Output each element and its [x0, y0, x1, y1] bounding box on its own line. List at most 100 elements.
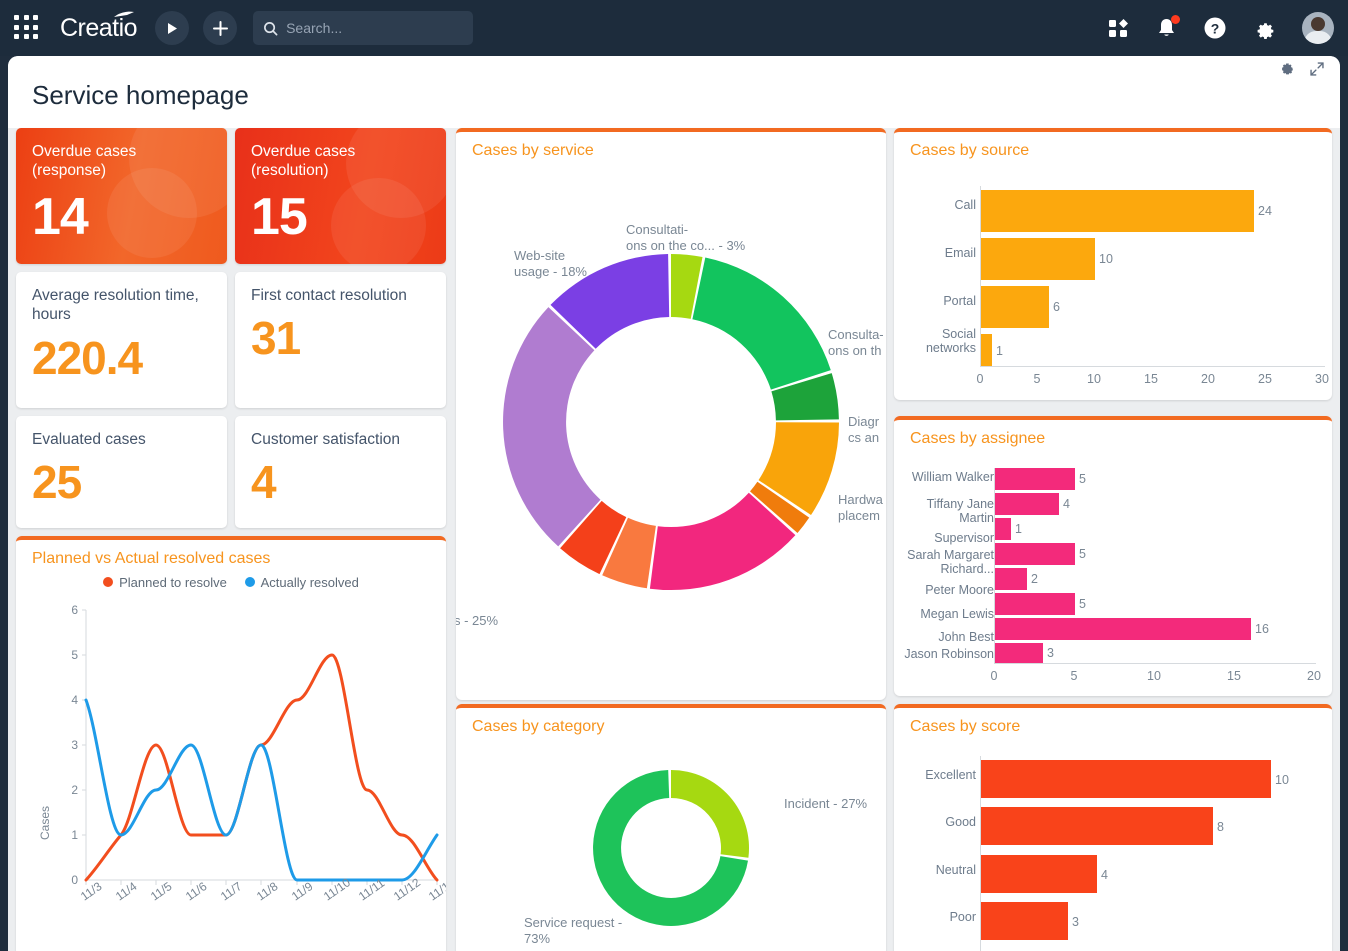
x-axis-line [980, 366, 1325, 367]
x-tick: 10 [1087, 372, 1101, 386]
svg-text:5: 5 [71, 648, 78, 662]
legend-label: Planned to resolve [119, 574, 227, 590]
bar-rect[interactable] [995, 543, 1075, 565]
nav-right-icons: ? [1108, 12, 1348, 44]
help-icon[interactable]: ? [1203, 16, 1227, 40]
bar-rect[interactable] [981, 760, 1271, 798]
bar-category-label: Neutral [935, 863, 976, 877]
page-settings-gear-icon[interactable] [1281, 63, 1294, 76]
bar-rect[interactable] [995, 568, 1027, 590]
card-cases-by-score[interactable]: Cases by score Excellent Good Neutral Po… [894, 704, 1332, 951]
kpi-tile-overdue-response[interactable]: Overdue cases (response) 14 [16, 128, 227, 264]
line-chart-plot: 6 5 4 3 2 1 0 [71, 603, 439, 887]
card-planned-vs-actual[interactable]: Planned vs Actual resolved cases Planned… [16, 536, 446, 951]
bar-rect[interactable] [981, 190, 1254, 232]
bar-value: 1 [996, 344, 1003, 358]
donut-label-consultations-th: Consulta- ons on th [828, 327, 886, 360]
donut-slice[interactable] [692, 257, 831, 390]
donut-cases-by-service [503, 254, 839, 591]
creatio-logo[interactable]: Creatio [60, 11, 138, 43]
kpi-tile-evaluated-cases[interactable]: Evaluated cases 25 [16, 416, 227, 528]
bar-category-label: Jason Robinson [904, 647, 994, 661]
donut-slice-incident[interactable] [671, 770, 750, 858]
svg-text:0: 0 [71, 873, 78, 887]
kpi-tile-first-contact-resolution[interactable]: First contact resolution 31 [235, 272, 446, 408]
bar-category-label: Email [944, 246, 976, 260]
top-navigation-bar: Creatio Search... ? [0, 0, 1348, 56]
logo-swoosh-icon [114, 11, 135, 17]
donut-label-hardware-replacement: Hardwa placem [838, 492, 886, 525]
bar-category-label: Tiffany Jane Martin [926, 497, 994, 526]
card-cases-by-assignee[interactable]: Cases by assignee William Walker Tiffany… [894, 416, 1332, 696]
bar-rect[interactable] [995, 593, 1075, 615]
card-title: Planned vs Actual resolved cases [32, 550, 271, 567]
bar-rect[interactable] [981, 855, 1097, 893]
bar-rect[interactable] [995, 493, 1059, 515]
x-tick: 20 [1307, 669, 1321, 683]
x-tick: 30 [1315, 372, 1329, 386]
plus-icon [212, 20, 228, 36]
bar-rect[interactable] [981, 902, 1068, 940]
bar-category-label: Poor [949, 910, 976, 924]
bar-rect[interactable] [981, 807, 1213, 845]
kpi-caption: First contact resolution [251, 287, 407, 304]
kpi-tile-overdue-resolution[interactable]: Overdue cases (resolution) 15 [235, 128, 446, 264]
page-container: Service homepage Overdue cases (response… [8, 56, 1340, 951]
user-avatar[interactable] [1302, 12, 1334, 44]
svg-text:?: ? [1211, 21, 1220, 37]
bar-rect[interactable] [995, 618, 1251, 640]
bar-category-label: Supervisor [934, 531, 994, 545]
avatar-head [1311, 17, 1325, 31]
bar-rect[interactable] [995, 643, 1043, 663]
play-icon [168, 22, 178, 34]
kpi-tile-avg-resolution-time[interactable]: Average resolution time, hours 220.4 [16, 272, 227, 408]
bar-category-label: Call [954, 198, 976, 212]
donut-label-incident: Incident - 27% [784, 796, 868, 811]
play-button[interactable] [155, 11, 190, 45]
bar-category-label: John Best [938, 630, 994, 644]
svg-text:3: 3 [71, 738, 78, 752]
bar-rect[interactable] [981, 238, 1095, 280]
dashboard-board: Overdue cases (response) 14 Overdue case… [8, 128, 1340, 951]
widgets-icon[interactable] [1108, 18, 1130, 38]
bar-value: 5 [1079, 472, 1086, 486]
legend-planned[interactable]: Planned to resolve [103, 575, 227, 590]
expand-icon[interactable] [1310, 62, 1324, 76]
card-title: Cases by source [910, 142, 1030, 159]
x-tick: 0 [990, 669, 998, 683]
label-text: Service request - 73% [524, 915, 623, 947]
kpi-tile-customer-satisfaction[interactable]: Customer satisfaction 4 [235, 416, 446, 528]
legend-dot-icon [103, 577, 114, 587]
card-cases-by-service[interactable]: Cases by service Consultati- ons on the … [456, 128, 886, 700]
tile-decor-bubble [107, 168, 197, 258]
donut-label-service-request: Service request - 73% [524, 915, 634, 948]
label-text: Web-site usage - 18% [514, 248, 587, 280]
bar-value: 2 [1031, 572, 1038, 586]
legend-actual[interactable]: Actually resolved [244, 575, 359, 590]
bar-rect[interactable] [995, 468, 1075, 490]
settings-gear-icon[interactable] [1253, 17, 1276, 40]
notifications-bell-icon[interactable] [1156, 15, 1180, 39]
card-cases-by-source[interactable]: Cases by source Call Email Portal Social… [894, 128, 1332, 400]
bar-rect[interactable] [981, 334, 992, 366]
apps-grid-icon[interactable] [14, 15, 40, 41]
card-cases-by-category[interactable]: Cases by category Incident - 27% Service… [456, 704, 886, 951]
card-title: Cases by service [472, 142, 594, 159]
donut-slice[interactable] [503, 307, 601, 547]
bar-value: 10 [1099, 252, 1113, 266]
line-chart-legend: Planned to resolve Actually resolved [16, 574, 446, 602]
page-title: Service homepage [32, 80, 249, 110]
kpi-caption: Average resolution time, hours [32, 287, 199, 324]
bar-rect[interactable] [995, 518, 1011, 540]
bar-rect[interactable] [981, 286, 1049, 328]
bar-category-label: Sarah Margaret Richard... [907, 548, 994, 577]
bar-category-label: Portal [943, 294, 976, 308]
page-header-tools [1281, 62, 1324, 76]
add-button[interactable] [203, 11, 238, 45]
svg-text:4: 4 [71, 693, 78, 707]
bar-category-label: Good [945, 815, 976, 829]
kpi-caption: Customer satisfaction [251, 431, 401, 448]
search-input[interactable] [286, 20, 457, 36]
search-box[interactable] [253, 11, 474, 45]
donut-label-consultations-co: Consultati- ons on the co... - 3% [626, 222, 761, 255]
